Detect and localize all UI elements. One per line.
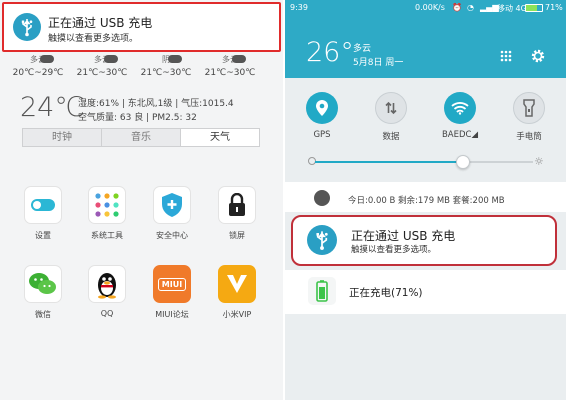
- vip-v-icon: [218, 265, 256, 303]
- brightness-knob[interactable]: [456, 155, 471, 169]
- app-qq[interactable]: QQ: [77, 265, 137, 318]
- lock-icon: [218, 186, 256, 224]
- air-quality: 空气质量: 63 良 | PM2.5: 32: [78, 113, 197, 123]
- widget-tabs: 时钟 音乐 天气: [22, 128, 260, 147]
- location-pin-icon: [306, 92, 338, 124]
- usb-charging-notification[interactable]: 正在通过 USB 充电 触摸以查看更多选项。: [291, 215, 557, 266]
- usb-icon: [13, 13, 41, 41]
- notification-subtitle: 触摸以查看更多选项。: [48, 34, 139, 44]
- toggle-label: BAEDC◢: [441, 130, 479, 140]
- current-temperature: 24℃: [20, 92, 85, 123]
- tools-grid-icon: [88, 186, 126, 224]
- data-usage-icon: [314, 190, 330, 206]
- forecast-range: 20℃~29℃: [12, 68, 64, 78]
- app-label: MIUI论坛: [155, 310, 189, 319]
- wifi-icon: [444, 92, 476, 124]
- usb-charging-notification[interactable]: 正在通过 USB 充电 触摸以查看更多选项。: [2, 2, 281, 52]
- weather-details: 湿度:61% | 东北风,1级 | 气压:1015.4: [78, 99, 234, 109]
- status-battery: 71%: [545, 3, 563, 12]
- forecast-day: 阴 21℃~30℃: [136, 54, 196, 78]
- status-network-speed: 0.00K/s: [415, 3, 445, 12]
- grid-icon[interactable]: [500, 50, 512, 62]
- forecast-range: 21℃~30℃: [76, 68, 128, 78]
- toggle-wifi[interactable]: BAEDC◢: [430, 92, 490, 140]
- toggle-label: GPS: [313, 130, 331, 140]
- battery-charging-icon: [308, 277, 336, 305]
- forecast-condition: 多云: [200, 54, 260, 65]
- brightness-fill: [315, 161, 464, 163]
- shade-date[interactable]: 5月8日 周一: [353, 55, 403, 68]
- notification-subtitle: 触摸以查看更多选项。: [351, 245, 437, 255]
- app-lock-screen[interactable]: 锁屏: [207, 186, 267, 241]
- data-usage-text: 今日:0.00 B 剩余:179 MB 套餐:200 MB: [348, 196, 505, 206]
- notification-shade: 9:39 0.00K/s ⏰ ◔ ▂▄▆ 移动 4G 71% 26° 多云 5月…: [285, 0, 566, 400]
- shade-header: 9:39 0.00K/s ⏰ ◔ ▂▄▆ 移动 4G 71% 26° 多云 5月…: [285, 0, 566, 78]
- status-carrier: 移动 4G: [497, 4, 527, 13]
- tab-weather[interactable]: 天气: [181, 129, 259, 146]
- forecast-range: 21℃~30℃: [204, 68, 256, 78]
- toggle-label: 数据: [382, 132, 400, 142]
- app-settings[interactable]: 设置: [13, 186, 73, 241]
- shield-icon: [153, 186, 191, 224]
- app-security-center[interactable]: 安全中心: [142, 186, 202, 241]
- app-label: 微信: [35, 310, 51, 319]
- app-label: 锁屏: [229, 231, 245, 240]
- shade-condition: 多云: [353, 44, 372, 54]
- forecast-condition: 多云: [72, 54, 132, 65]
- data-usage-row[interactable]: 今日:0.00 B 剩余:179 MB 套餐:200 MB: [285, 182, 566, 212]
- lockscreen-panel: 正在通过 USB 充电 触摸以查看更多选项。 多云 20℃~29℃ 多云 21℃…: [0, 0, 283, 400]
- notification-title: 正在通过 USB 充电: [48, 16, 153, 30]
- battery-icon: [525, 4, 543, 12]
- flashlight-icon: [513, 92, 545, 124]
- app-label: 小米VIP: [222, 310, 252, 319]
- toggle-icon: [24, 186, 62, 224]
- cloud-icon: [232, 55, 246, 63]
- charging-text: 正在充电(71%): [349, 287, 423, 299]
- qq-penguin-icon: [88, 265, 126, 303]
- toggle-mobile-data[interactable]: 数据: [361, 92, 421, 142]
- app-label: 设置: [35, 231, 51, 240]
- app-mi-vip[interactable]: 小米VIP: [207, 265, 267, 320]
- alarm-icon: ⏰: [452, 3, 462, 12]
- status-time: 9:39: [290, 3, 308, 12]
- app-label: QQ: [100, 309, 114, 318]
- wechat-icon: [24, 265, 62, 303]
- data-arrows-icon: [375, 92, 407, 124]
- toggle-label: 手电筒: [516, 132, 542, 142]
- toggle-flashlight[interactable]: 手电筒: [499, 92, 559, 142]
- shade-temperature: 26°: [306, 37, 354, 68]
- miui-forum-icon: MIUI: [153, 265, 191, 303]
- wifi-status-icon: ◔: [467, 3, 474, 12]
- cloud-icon: [40, 55, 54, 63]
- forecast-day: 多云 21℃~30℃: [200, 54, 260, 78]
- app-label: 安全中心: [156, 231, 188, 240]
- cloud-icon: [168, 55, 182, 63]
- gear-icon[interactable]: [530, 48, 546, 64]
- brightness-slider[interactable]: [315, 155, 533, 169]
- toggle-gps[interactable]: GPS: [292, 92, 352, 140]
- tab-clock[interactable]: 时钟: [23, 129, 102, 146]
- tab-music[interactable]: 音乐: [102, 129, 181, 146]
- miui-badge: MIUI: [157, 277, 187, 291]
- brightness-high-icon: ☼: [534, 155, 544, 168]
- signal-icon: ▂▄▆: [480, 3, 499, 12]
- usb-icon: [307, 225, 337, 255]
- app-system-tools[interactable]: 系统工具: [77, 186, 137, 241]
- app-miui-forum[interactable]: MIUI MIUI论坛: [142, 265, 202, 320]
- app-label: 系统工具: [91, 231, 123, 240]
- forecast-condition: 多云: [8, 54, 68, 65]
- cloud-icon: [104, 55, 118, 63]
- charging-notification[interactable]: 正在充电(71%): [285, 270, 566, 314]
- notification-title: 正在通过 USB 充电: [351, 229, 456, 243]
- forecast-range: 21℃~30℃: [140, 68, 192, 78]
- forecast-day: 多云 21℃~30℃: [72, 54, 132, 78]
- forecast-condition: 阴: [136, 54, 196, 65]
- app-wechat[interactable]: 微信: [13, 265, 73, 320]
- forecast-day: 多云 20℃~29℃: [8, 54, 68, 78]
